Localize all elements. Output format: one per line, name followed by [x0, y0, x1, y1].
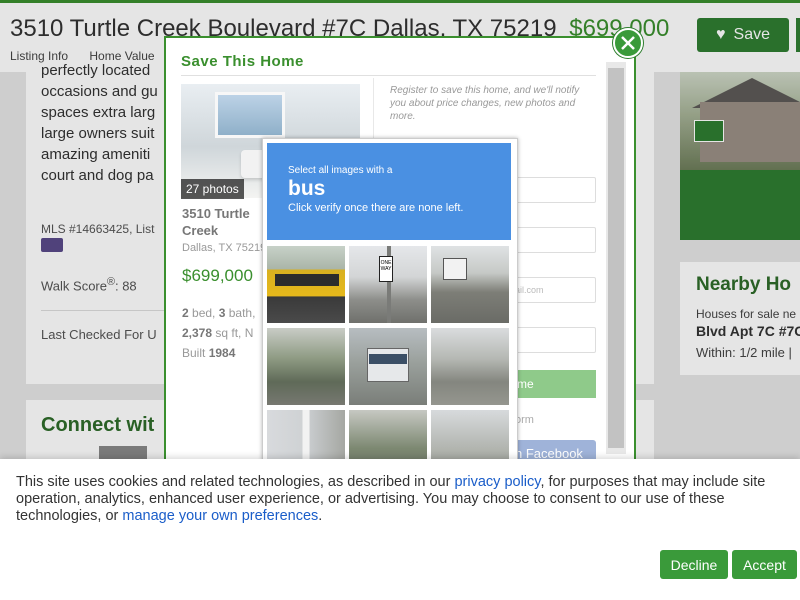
captcha-instruction: Select all images with a [288, 165, 393, 176]
captcha-target: bus [288, 177, 326, 200]
bus-icon [275, 274, 339, 286]
vehicle-icon [443, 258, 467, 280]
baths-label: bath, [225, 306, 256, 320]
divider [181, 75, 596, 76]
close-button[interactable] [613, 28, 643, 58]
one-way-sign-icon: ONE WAY [379, 256, 393, 282]
submit-button[interactable]: me [515, 370, 596, 398]
beds-label: bed, [188, 306, 219, 320]
modal-title: Save This Home [181, 53, 304, 70]
captcha-tile[interactable] [431, 328, 509, 405]
modal-listing-address: 3510 Turtle Creek Boulevard #7C [182, 206, 250, 238]
captcha-tile[interactable] [267, 328, 345, 405]
register-text: Register to save this home, and we'll no… [390, 85, 580, 122]
modal-listing-city: Dallas, TX 75219 [182, 242, 264, 254]
cookie-text-part: . [318, 508, 323, 524]
privacy-policy-link[interactable]: privacy policy [454, 474, 540, 490]
manage-preferences-link[interactable]: manage your own preferences [122, 508, 318, 524]
email-placeholder: ail.com [515, 285, 544, 295]
captcha-tile[interactable] [267, 246, 345, 323]
built-year: 1984 [208, 346, 236, 360]
beds-value: 2 [182, 306, 189, 320]
modal-listing-price: $699,000 [182, 266, 253, 285]
captcha-hint: Click verify once there are none left. [288, 202, 464, 214]
photo-count-badge: 27 photos [181, 179, 244, 199]
cookie-text-part: This site uses cookies and related techn… [16, 474, 455, 490]
name-field[interactable] [515, 177, 596, 203]
last-name-field[interactable] [515, 227, 596, 253]
decline-button[interactable]: Decline [660, 550, 728, 579]
password-field[interactable] [515, 327, 596, 353]
submit-label: me [517, 377, 534, 391]
photo-window [215, 92, 285, 138]
accept-button[interactable]: Accept [732, 550, 797, 579]
cookie-text: This site uses cookies and related techn… [16, 474, 786, 525]
captcha-tile[interactable] [349, 328, 427, 405]
bus-window [369, 354, 407, 364]
captcha-tile[interactable] [431, 246, 509, 323]
sqft-value: 2,378 [182, 326, 213, 340]
captcha-tile[interactable]: ONE WAY [349, 246, 427, 323]
modal-listing-facts: 2 bed, 3 bath, 2,378 sq ft, N Built 1984 [182, 303, 264, 363]
captcha-header: Select all images with a bus Click verif… [267, 143, 511, 240]
built-label: Built [182, 346, 209, 360]
one-way-sign-text: ONE WAY [380, 260, 392, 272]
close-icon [621, 36, 635, 50]
sqft-label: sq ft, N [212, 326, 254, 340]
modal-scrollbar-thumb[interactable] [608, 68, 624, 448]
